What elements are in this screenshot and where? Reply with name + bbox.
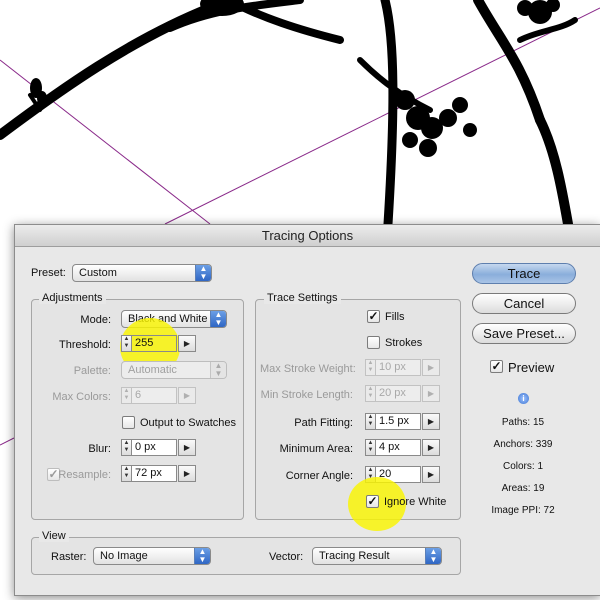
stat-image-ppi: Image PPI: 72	[491, 505, 555, 516]
fills-checkbox[interactable]: ✓	[367, 310, 380, 323]
max-colors-value: 6	[135, 389, 142, 401]
blur-value: 0 px	[135, 441, 156, 453]
stepper-arrows-icon[interactable]: ▲▼	[122, 440, 132, 455]
palette-select[interactable]: Automatic ▲ ▼	[121, 361, 227, 379]
trace-button[interactable]: Trace	[472, 263, 576, 284]
slider-arrow-icon[interactable]: ▶	[178, 335, 196, 352]
output-to-swatches-label: Output to Swatches	[140, 417, 236, 429]
threshold-label: Threshold:	[59, 339, 111, 351]
vector-select[interactable]: Tracing Result ▲ ▼	[312, 547, 442, 565]
path-fitting-value: 1.5 px	[379, 415, 409, 427]
tree-silhouette	[0, 0, 578, 229]
adjustments-title: Adjustments	[39, 292, 106, 304]
chevron-updown-icon: ▲ ▼	[195, 265, 211, 281]
preview-checkbox[interactable]: ✓	[490, 360, 503, 373]
slider-arrow-icon[interactable]: ▶	[422, 439, 440, 456]
tracing-options-dialog: Tracing Options Preset: Custom ▲ ▼ Adjust…	[14, 224, 600, 596]
cancel-button[interactable]: Cancel	[472, 293, 576, 314]
preview-label: Preview	[508, 360, 555, 375]
stepper-arrows-icon[interactable]: ▲▼	[122, 466, 132, 481]
guide-line	[0, 437, 15, 446]
preset-select[interactable]: Custom ▲ ▼	[72, 264, 212, 282]
save-preset-button[interactable]: Save Preset...	[472, 323, 576, 344]
minimum-area-value: 4 px	[379, 441, 400, 453]
max-colors-label: Max Colors:	[52, 391, 111, 403]
slider-arrow-icon[interactable]: ▶	[178, 387, 196, 404]
max-stroke-weight-label: Max Stroke Weight:	[260, 363, 356, 375]
max-stroke-weight-value: 10 px	[379, 361, 406, 373]
slider-arrow-icon[interactable]: ▶	[422, 466, 440, 483]
stepper-arrows-icon[interactable]: ▲▼	[366, 440, 376, 455]
chevron-updown-icon: ▲ ▼	[210, 311, 226, 327]
max-colors-field[interactable]: ▲ ▼ 6 ▶	[121, 387, 196, 404]
raster-label: Raster:	[51, 551, 87, 563]
mode-label: Mode:	[80, 314, 111, 326]
chevron-updown-icon: ▲ ▼	[194, 548, 210, 564]
slider-arrow-icon[interactable]: ▶	[422, 385, 440, 402]
minimum-area-field[interactable]: ▲ ▼ 4 px ▶	[365, 439, 440, 456]
raster-select[interactable]: No Image ▲ ▼	[93, 547, 211, 565]
chevron-updown-icon: ▲ ▼	[425, 548, 441, 564]
slider-arrow-icon[interactable]: ▶	[422, 359, 440, 376]
fills-label: Fills	[385, 311, 405, 323]
resample-label: Resample:	[58, 469, 111, 481]
output-to-swatches-checkbox[interactable]	[122, 416, 135, 429]
stepper-arrows-icon[interactable]: ▲▼	[122, 336, 132, 351]
chevron-updown-icon: ▲ ▼	[210, 362, 226, 378]
stat-colors: Colors: 1	[502, 461, 543, 472]
view-title: View	[39, 530, 69, 542]
strokes-label: Strokes	[385, 337, 423, 349]
stat-areas: Areas: 19	[501, 483, 545, 494]
vector-value: Tracing Result	[319, 550, 390, 562]
palette-value: Automatic	[128, 364, 177, 376]
stepper-arrows-icon[interactable]: ▲▼	[122, 388, 132, 403]
vector-label: Vector:	[269, 551, 304, 563]
slider-arrow-icon[interactable]: ▶	[422, 413, 440, 430]
stat-anchors: Anchors: 339	[493, 439, 553, 450]
min-stroke-length-field[interactable]: ▲ ▼ 20 px ▶	[365, 385, 440, 402]
palette-label: Palette:	[73, 365, 111, 377]
stat-paths: Paths: 15	[501, 417, 545, 428]
resample-field[interactable]: ▲ ▼ 72 px ▶	[121, 465, 196, 482]
stepper-arrows-icon[interactable]: ▲▼	[366, 360, 376, 375]
blur-label: Blur:	[88, 443, 111, 455]
blur-field[interactable]: ▲ ▼ 0 px ▶	[121, 439, 196, 456]
path-fitting-field[interactable]: ▲ ▼ 1.5 px ▶	[365, 413, 440, 430]
slider-arrow-icon[interactable]: ▶	[178, 465, 196, 482]
path-fitting-label: Path Fitting:	[294, 417, 353, 429]
threshold-field[interactable]: ▲ ▼ 255 ▶	[121, 335, 196, 352]
ignore-white-label: Ignore White	[384, 496, 447, 508]
minimum-area-label: Minimum Area:	[279, 443, 353, 455]
dialog-title: Tracing Options	[15, 225, 600, 247]
max-stroke-weight-field[interactable]: ▲ ▼ 10 px ▶	[365, 359, 440, 376]
stepper-arrows-icon[interactable]: ▲▼	[366, 386, 376, 401]
trace-settings-title: Trace Settings	[264, 292, 341, 304]
threshold-value: 255	[135, 337, 154, 349]
stepper-arrows-icon[interactable]: ▲▼	[366, 414, 376, 429]
raster-value: No Image	[100, 550, 148, 562]
preset-label: Preset:	[31, 267, 66, 279]
preset-value: Custom	[79, 267, 117, 279]
resample-value: 72 px	[135, 467, 162, 479]
min-stroke-length-label: Min Stroke Length:	[260, 389, 353, 401]
strokes-checkbox[interactable]	[367, 336, 380, 349]
slider-arrow-icon[interactable]: ▶	[178, 439, 196, 456]
corner-angle-label: Corner Angle:	[285, 470, 353, 482]
min-stroke-length-value: 20 px	[379, 387, 406, 399]
info-icon[interactable]: i	[518, 393, 529, 404]
ignore-white-checkbox[interactable]: ✓	[366, 495, 379, 508]
